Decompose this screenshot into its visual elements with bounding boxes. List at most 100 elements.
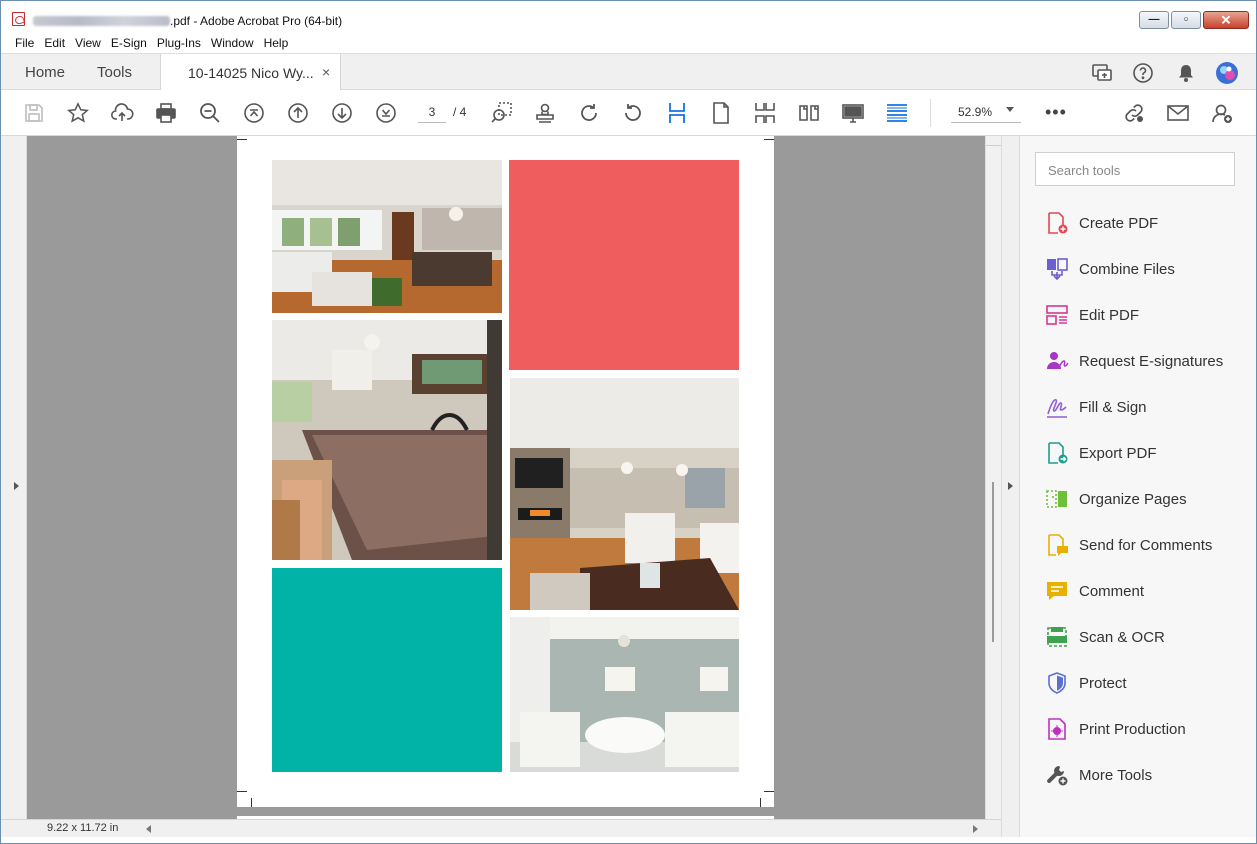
export-pdf-icon [1044,440,1070,466]
tool-protect[interactable]: Protect [1044,666,1244,700]
tab-tools[interactable]: Tools [97,64,132,81]
tool-label: Request E-signatures [1079,352,1224,370]
close-tab-icon[interactable]: × [322,64,330,80]
scroll-left-icon[interactable] [146,825,151,833]
marquee-zoom-icon[interactable] [489,100,515,126]
crop-mark [764,791,774,792]
tool-comment[interactable]: Comment [1044,574,1244,608]
tool-request-esignatures[interactable]: Request E-signatures [1044,344,1244,378]
minimize-icon: — [1148,13,1160,26]
page-size-label: 9.22 x 11.72 in [47,822,119,834]
document-canvas[interactable] [27,136,985,826]
print-production-icon [1044,716,1070,742]
maximize-button[interactable]: ▫ [1171,11,1201,29]
document-tab-label: 10-14025 Nico Wy... [188,65,314,81]
combine-files-icon [1044,256,1070,282]
menu-help[interactable]: Help [259,33,294,53]
tool-print-production[interactable]: Print Production [1044,712,1244,746]
minimize-button[interactable]: — [1139,11,1169,29]
tool-label: Export PDF [1079,444,1157,462]
window-title: .pdf - Adobe Acrobat Pro (64-bit) [33,14,342,28]
scan-ocr-icon [1044,624,1070,650]
tool-label: Organize Pages [1079,490,1187,508]
search-tools-input[interactable]: Search tools [1035,152,1235,186]
photo-bathroom [510,617,739,772]
document-viewport[interactable] [1,136,1002,826]
menu-file[interactable]: File [10,33,39,53]
scroll-right-icon[interactable] [973,825,978,833]
notifications-bell-icon[interactable] [1174,61,1198,85]
user-avatar-icon[interactable] [1215,61,1239,85]
presentation-mode-icon[interactable] [840,100,866,126]
close-window-button[interactable]: ✕ [1203,11,1249,29]
tool-label: Scan & OCR [1079,628,1165,646]
tool-label: Send for Comments [1079,536,1213,554]
rotate-clockwise-icon[interactable] [576,100,602,126]
zoom-out-icon[interactable] [197,100,223,126]
single-page-icon[interactable] [708,100,734,126]
acrobat-app-icon[interactable] [12,12,25,26]
tool-fill-sign[interactable]: Fill & Sign [1044,390,1244,424]
request-esignatures-icon [1044,348,1070,374]
menu-plugins[interactable]: Plug-Ins [152,33,206,53]
rotate-counterclockwise-icon[interactable] [620,100,646,126]
scrolling-mode-icon[interactable] [664,100,690,126]
zoom-select[interactable]: 52.9% [951,101,1021,123]
share-screen-icon[interactable] [1090,61,1114,85]
main-toolbar: 3 / 4 52.9% ••• [1,90,1256,136]
first-page-icon[interactable] [241,100,267,126]
tool-more-tools[interactable]: More Tools [1044,758,1244,792]
tool-create-pdf[interactable]: Create PDF [1044,206,1244,240]
menu-window[interactable]: Window [206,33,259,53]
crop-mark [251,798,252,807]
add-user-icon[interactable] [1209,100,1235,126]
tool-edit-pdf[interactable]: Edit PDF [1044,298,1244,332]
photo-living-room-fireplace [510,378,739,610]
tool-export-pdf[interactable]: Export PDF [1044,436,1244,470]
menu-edit[interactable]: Edit [39,33,70,53]
tool-label: Print Production [1079,720,1186,738]
menu-view[interactable]: View [70,33,106,53]
fill-sign-icon [1044,394,1070,420]
page-number-input[interactable]: 3 [418,101,446,123]
expand-left-panel-icon [14,482,19,490]
scrollbar-top-cap [986,136,1002,146]
more-options-icon[interactable]: ••• [1045,102,1067,123]
read-mode-icon[interactable] [884,100,910,126]
window-title-text: .pdf - Adobe Acrobat Pro (64-bit) [170,14,343,28]
two-page-view-icon[interactable] [796,100,822,126]
crop-mark [237,791,247,792]
create-pdf-icon [1044,210,1070,236]
zoom-value: 52.9% [958,105,993,119]
menu-esign[interactable]: E-Sign [106,33,152,53]
help-icon[interactable] [1131,61,1155,85]
document-tab[interactable]: 10-14025 Nico Wy... × [160,54,341,91]
stamp-icon[interactable] [532,100,558,126]
bookmark-star-icon[interactable] [65,100,91,126]
share-link-icon[interactable] [1121,100,1147,126]
crop-mark [237,139,247,140]
previous-page-icon[interactable] [285,100,311,126]
organize-pages-icon [1044,486,1070,512]
photo-kitchen-island [272,320,502,560]
upload-cloud-icon[interactable] [109,100,135,126]
two-page-scrolling-icon[interactable] [752,100,778,126]
next-page-icon[interactable] [329,100,355,126]
right-panel-toggle[interactable] [1001,136,1020,837]
save-icon[interactable] [21,100,47,126]
print-icon[interactable] [153,100,179,126]
left-panel-toggle[interactable] [1,136,27,819]
tool-combine-files[interactable]: Combine Files [1044,252,1244,286]
vertical-scrollbar-thumb[interactable] [992,482,994,642]
vertical-scrollbar[interactable] [985,136,1002,819]
tool-send-for-comments[interactable]: Send for Comments [1044,528,1244,562]
red-color-block [509,160,739,370]
tab-home[interactable]: Home [25,64,65,81]
last-page-icon[interactable] [373,100,399,126]
tool-organize-pages[interactable]: Organize Pages [1044,482,1244,516]
email-icon[interactable] [1165,100,1191,126]
status-bar: 9.22 x 11.72 in [1,819,1001,837]
send-for-comments-icon [1044,532,1070,558]
teal-color-block [272,568,502,772]
tool-scan-ocr[interactable]: Scan & OCR [1044,620,1244,654]
